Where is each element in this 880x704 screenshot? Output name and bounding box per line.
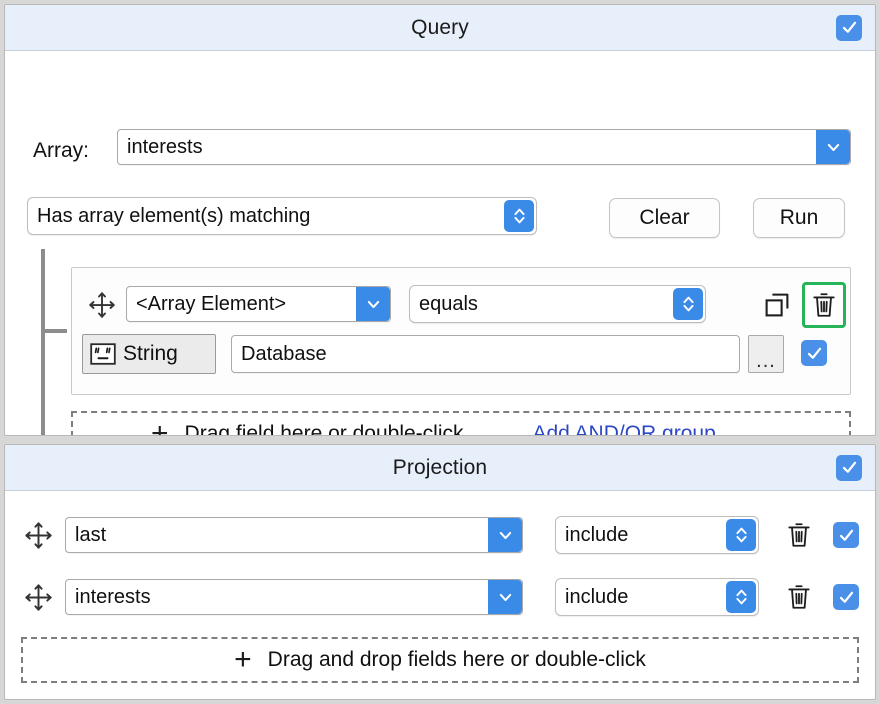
array-field-combo[interactable]: interests [117,129,851,165]
projection-field-combo[interactable]: interests [65,579,523,615]
query-dropzone[interactable]: + Drag field here or double-click Add AN… [71,411,851,436]
delete-condition-button[interactable] [802,282,846,328]
value-more-options-button[interactable]: ... [748,335,784,373]
plus-icon: + [234,645,252,675]
condition-enabled-checkbox[interactable] [801,340,827,366]
duplicate-icon[interactable] [760,288,794,322]
projection-field-combo[interactable]: last [65,517,523,553]
plus-icon: + [151,419,169,436]
group-bracket-vertical [41,249,45,436]
projection-enabled-row-checkbox[interactable] [833,584,859,610]
condition-operator-popup[interactable]: equals [409,285,706,323]
stepper-chevrons-icon[interactable] [673,288,703,320]
move-handle-icon[interactable] [84,287,120,323]
trash-icon [786,583,812,611]
array-label: Array: [33,139,89,163]
delete-projection-button[interactable] [783,518,815,552]
projection-panel-header: Projection [5,445,875,491]
condition-operator-value: equals [410,293,673,316]
stepper-chevrons-icon[interactable] [726,519,756,551]
projection-field-value: interests [66,586,488,609]
condition-value-text: Database [232,343,739,366]
check-icon [841,19,858,36]
chevron-down-icon[interactable] [488,518,522,552]
value-type-label: String [123,342,178,366]
projection-dropzone[interactable]: + Drag and drop fields here or double-cl… [21,637,859,683]
chevron-down-icon[interactable] [356,287,390,321]
check-icon [838,589,855,606]
projection-field-value: last [66,524,488,547]
group-bracket-tick-1 [41,329,67,333]
run-button[interactable]: Run [753,198,845,238]
page-title: Query [411,16,469,40]
check-icon [838,527,855,544]
projection-dropzone-label: Drag and drop fields here or double-clic… [268,648,646,672]
array-field-value: interests [118,136,816,159]
delete-projection-button[interactable] [783,580,815,614]
condition-field-combo[interactable]: <Array Element> [126,286,391,322]
projection-mode-value: include [556,524,726,547]
move-handle-icon[interactable] [19,516,57,554]
projection-mode-popup[interactable]: include [555,516,759,554]
projection-enabled-row-checkbox[interactable] [833,522,859,548]
projection-mode-popup[interactable]: include [555,578,759,616]
projection-enabled-checkbox[interactable] [836,455,862,481]
projection-row: interests include [5,577,876,617]
value-type-button[interactable]: String [82,334,216,374]
projection-mode-value: include [556,586,726,609]
check-icon [806,345,823,362]
trash-icon [811,291,837,319]
clear-button[interactable]: Clear [609,198,720,238]
match-mode-value: Has array element(s) matching [28,205,504,228]
ellipsis-icon: ... [756,357,776,365]
query-panel: Query Array: interests Has array element… [4,4,876,436]
stepper-chevrons-icon[interactable] [504,200,534,232]
group-bracket-tick-2 [41,435,67,436]
query-panel-header: Query [5,5,875,51]
check-icon [841,459,858,476]
trash-icon [786,521,812,549]
condition-value-input[interactable]: Database [231,335,740,373]
condition-card: <Array Element> equals [71,267,851,395]
projection-body: last include [5,491,875,700]
projection-title: Projection [393,456,487,480]
condition-field-value: <Array Element> [127,293,356,316]
projection-row: last include [5,515,876,555]
query-body: Array: interests Has array element(s) ma… [5,51,875,436]
move-handle-icon[interactable] [19,578,57,616]
chevron-down-icon[interactable] [816,130,850,164]
add-and-or-group-link[interactable]: Add AND/OR group [533,422,716,436]
stepper-chevrons-icon[interactable] [726,581,756,613]
projection-panel: Projection last [4,444,876,700]
chevron-down-icon[interactable] [488,580,522,614]
query-enabled-checkbox[interactable] [836,15,862,41]
match-mode-popup[interactable]: Has array element(s) matching [27,197,537,235]
query-dropzone-label: Drag field here or double-click [185,422,464,436]
string-type-icon [90,343,116,365]
